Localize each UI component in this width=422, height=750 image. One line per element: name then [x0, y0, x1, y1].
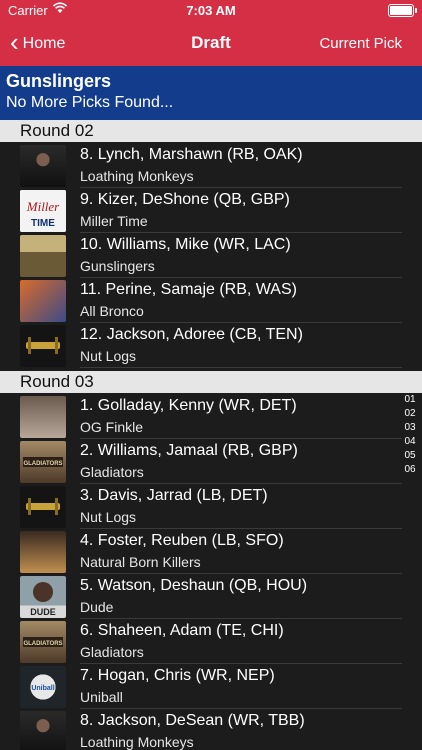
battery-icon	[388, 4, 417, 17]
player-name: 4. Foster, Reuben (LB, SFO)	[80, 532, 284, 549]
index-item[interactable]: 03	[398, 421, 422, 435]
team-logo: GLADIATORS	[20, 621, 66, 663]
index-item[interactable]: 05	[398, 449, 422, 463]
round-header: Round 03	[0, 371, 422, 393]
section-index[interactable]: 01 02 03 04 05 06	[398, 393, 422, 477]
team-logo	[20, 235, 66, 277]
player-name: 12. Jackson, Adoree (CB, TEN)	[80, 326, 303, 343]
team-logo	[20, 145, 66, 187]
pick-row[interactable]: 12. Jackson, Adoree (CB, TEN) Nut Logs	[0, 323, 422, 368]
pick-row[interactable]: 4. Foster, Reuben (LB, SFO) Natural Born…	[0, 529, 422, 574]
team-logo	[20, 531, 66, 573]
team-logo: GLADIATORS	[20, 441, 66, 483]
pick-row[interactable]: 11. Perine, Samaje (RB, WAS) All Bronco	[0, 278, 422, 323]
pick-row[interactable]: 8. Lynch, Marshawn (RB, OAK) Loathing Mo…	[0, 143, 422, 188]
team-logo: Uniball	[20, 666, 66, 708]
pick-list[interactable]: Round 02 8. Lynch, Marshawn (RB, OAK) Lo…	[0, 120, 422, 750]
team-logo	[20, 396, 66, 438]
svg-text:GLADIATORS: GLADIATORS	[23, 641, 62, 647]
team-name: Loathing Monkeys	[80, 734, 194, 750]
team-logo	[20, 486, 66, 528]
svg-text:TIME: TIME	[31, 218, 55, 229]
player-name: 11. Perine, Samaje (RB, WAS)	[80, 281, 297, 298]
round-header: Round 02	[0, 120, 422, 142]
team-logo	[20, 711, 66, 750]
player-name: 9. Kizer, DeShone (QB, GBP)	[80, 191, 290, 208]
team-logo: Miller TIME	[20, 190, 66, 232]
nav-bar: ‹ Home Draft Current Pick	[0, 22, 422, 66]
team-name: Nut Logs	[80, 348, 137, 364]
team-name: Natural Born Killers	[80, 554, 201, 570]
pick-row[interactable]: DUDE 5. Watson, Deshaun (QB, HOU) Dude	[0, 574, 422, 619]
index-item[interactable]: 02	[398, 407, 422, 421]
team-logo: DUDE	[20, 576, 66, 618]
status-bar: Carrier 7:03 AM	[0, 0, 422, 22]
team-name: Gladiators	[80, 644, 144, 660]
pick-row[interactable]: 8. Jackson, DeSean (WR, TBB) Loathing Mo…	[0, 709, 422, 750]
player-name: 2. Williams, Jamaal (RB, GBP)	[80, 442, 298, 459]
player-name: 10. Williams, Mike (WR, LAC)	[80, 236, 291, 253]
team-name: Gladiators	[80, 464, 144, 480]
player-name: 8. Lynch, Marshawn (RB, OAK)	[80, 146, 303, 163]
current-pick-button[interactable]: Current Pick	[319, 35, 402, 52]
pick-row[interactable]: GLADIATORS 2. Williams, Jamaal (RB, GBP)…	[0, 439, 422, 484]
player-name: 8. Jackson, DeSean (WR, TBB)	[80, 712, 305, 729]
player-name: 3. Davis, Jarrad (LB, DET)	[80, 487, 268, 504]
pick-row[interactable]: 10. Williams, Mike (WR, LAC) Gunslingers	[0, 233, 422, 278]
team-name: Gunslingers	[80, 258, 155, 274]
team-logo	[20, 280, 66, 322]
team-header: Gunslingers No More Picks Found...	[0, 66, 422, 120]
uniball-logo-text: Uniball	[31, 685, 54, 692]
no-picks-message: No More Picks Found...	[6, 94, 174, 111]
pick-row[interactable]: Uniball 7. Hogan, Chris (WR, NEP) Unibal…	[0, 664, 422, 709]
team-name: Dude	[80, 599, 114, 615]
team-name: Nut Logs	[80, 509, 137, 525]
team-name: All Bronco	[80, 303, 144, 319]
player-name: 5. Watson, Deshaun (QB, HOU)	[80, 577, 308, 594]
divider	[80, 367, 402, 368]
dude-logo-text: DUDE	[30, 607, 56, 617]
player-name: 7. Hogan, Chris (WR, NEP)	[80, 667, 275, 684]
player-name: 6. Shaheen, Adam (TE, CHI)	[80, 622, 284, 639]
team-name: Miller Time	[80, 213, 148, 229]
team-name: Gunslingers	[6, 71, 112, 91]
index-item[interactable]: 06	[398, 463, 422, 477]
team-logo	[20, 325, 66, 367]
index-item[interactable]: 04	[398, 435, 422, 449]
pick-row[interactable]: 1. Golladay, Kenny (WR, DET) OG Finkle	[0, 394, 422, 439]
player-name: 1. Golladay, Kenny (WR, DET)	[80, 397, 297, 414]
pick-row[interactable]: GLADIATORS 6. Shaheen, Adam (TE, CHI) Gl…	[0, 619, 422, 664]
team-name: OG Finkle	[80, 419, 144, 435]
pick-row[interactable]: Miller TIME 9. Kizer, DeShone (QB, GBP) M…	[0, 188, 422, 233]
clock: 7:03 AM	[186, 3, 236, 18]
svg-text:Miller: Miller	[26, 199, 60, 214]
team-name: Uniball	[80, 689, 123, 705]
gladiators-logo-text: GLADIATORS	[23, 461, 62, 467]
team-name: Loathing Monkeys	[80, 168, 194, 184]
index-item[interactable]: 01	[398, 393, 422, 407]
pick-row[interactable]: 3. Davis, Jarrad (LB, DET) Nut Logs	[0, 484, 422, 529]
